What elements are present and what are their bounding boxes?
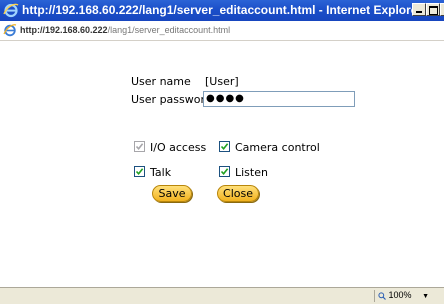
minimize-button[interactable] [412, 3, 426, 16]
user-name-label: User name [131, 75, 191, 88]
user-password-field[interactable]: ●●●● [203, 91, 355, 107]
internet-explorer-icon [3, 3, 19, 18]
talk-label: Talk [150, 166, 172, 179]
camera-control-label: Camera control [235, 141, 320, 154]
address-path: /lang1/server_editaccount.html [107, 25, 231, 35]
checkmark-icon [220, 168, 229, 176]
address-bar[interactable]: http://192.168.60.222/lang1/server_edita… [0, 21, 444, 41]
status-bar: 100% ▼ [0, 287, 444, 304]
listen-label: Listen [235, 166, 268, 179]
talk-checkbox[interactable] [134, 166, 145, 177]
user-name-value: [User] [205, 75, 239, 88]
status-separator [374, 290, 375, 302]
close-button[interactable]: Close [217, 185, 259, 202]
save-button[interactable]: Save [152, 185, 192, 202]
zoom-level: 100% [388, 290, 412, 300]
address-host: http://192.168.60.222 [20, 25, 108, 35]
camera-control-checkbox[interactable] [219, 141, 230, 152]
checkmark-icon [135, 143, 144, 151]
checkmark-icon [135, 168, 144, 176]
io-access-checkbox[interactable] [134, 141, 145, 152]
chevron-down-icon[interactable]: ▼ [422, 293, 429, 300]
maximize-button[interactable] [426, 3, 440, 16]
page-content: User name [User] User password ●●●● I/O … [0, 41, 444, 287]
user-password-label: User password [131, 93, 212, 106]
window-titlebar: http://192.168.60.222/lang1/server_edita… [0, 0, 444, 21]
zoom-control[interactable]: 100% ▼ [378, 290, 429, 302]
zoom-icon [378, 292, 386, 300]
checkmark-icon [220, 143, 229, 151]
window-title: http://192.168.60.222/lang1/server_edita… [22, 3, 423, 17]
close-window-button[interactable] [440, 3, 444, 16]
listen-checkbox[interactable] [219, 166, 230, 177]
ie-page-icon [3, 24, 17, 37]
io-access-label: I/O access [150, 141, 207, 154]
address-url[interactable]: http://192.168.60.222/lang1/server_edita… [20, 25, 230, 35]
